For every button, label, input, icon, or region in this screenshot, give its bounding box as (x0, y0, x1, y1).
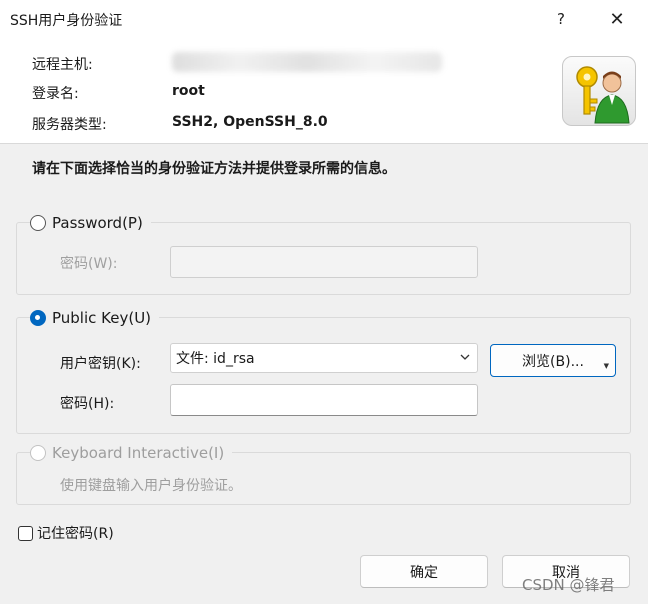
user-key-label: 用户密钥(K): (60, 356, 141, 372)
keyboard-radio-option[interactable]: Keyboard Interactive(I) (30, 444, 233, 462)
remember-password-checkbox[interactable] (18, 525, 33, 541)
help-icon: ? (557, 10, 565, 28)
user-key-select[interactable]: 文件: id_rsa (170, 343, 478, 373)
publickey-radio[interactable] (30, 310, 46, 326)
password-field-label: 密码(W): (60, 256, 118, 272)
connection-info-panel: 远程主机: 登录名: root 服务器类型: SSH2, OpenSSH_8.0 (0, 38, 648, 144)
dropdown-arrow-icon: ▼ (603, 362, 609, 370)
ok-button-label: 确定 (410, 564, 438, 581)
passphrase-input[interactable] (170, 384, 478, 416)
password-radio[interactable] (30, 215, 46, 231)
close-button[interactable]: ✕ (602, 6, 632, 32)
server-type-label: 服务器类型: (32, 117, 107, 133)
window-title: SSH用户身份验证 (10, 13, 123, 29)
chevron-down-icon (460, 354, 470, 360)
passphrase-label: 密码(H): (60, 396, 115, 412)
ok-button[interactable]: 确定 (360, 555, 488, 588)
watermark-text: CSDN @锋君 (522, 576, 615, 594)
close-icon: ✕ (609, 8, 625, 30)
key-user-icon (562, 56, 636, 126)
title-bar: SSH用户身份验证 ? ✕ (0, 0, 648, 38)
instruction-text: 请在下面选择恰当的身份验证方法并提供登录所需的信息。 (32, 161, 396, 177)
keyboard-radio[interactable] (30, 445, 46, 461)
password-radio-label: Password(P) (52, 214, 143, 232)
user-key-value: 文件: id_rsa (176, 351, 255, 367)
browse-button[interactable]: 浏览(B)... ▼ (490, 344, 616, 377)
password-input[interactable] (170, 246, 478, 278)
publickey-radio-option[interactable]: Public Key(U) (30, 309, 160, 327)
password-radio-option[interactable]: Password(P) (30, 214, 151, 232)
server-type-value: SSH2, OpenSSH_8.0 (172, 114, 328, 130)
login-name-value: root (172, 83, 205, 99)
redacted-host-blur (172, 52, 442, 72)
browse-button-label: 浏览(B)... (522, 353, 584, 370)
keyboard-description: 使用键盘输入用户身份验证。 (60, 478, 242, 494)
remember-password-option[interactable]: 记住密码(R) (18, 523, 114, 543)
remote-host-label: 远程主机: (32, 57, 93, 73)
publickey-radio-label: Public Key(U) (52, 309, 152, 327)
login-name-label: 登录名: (32, 86, 79, 102)
help-button[interactable]: ? (546, 6, 576, 32)
remember-password-label: 记住密码(R) (37, 526, 114, 542)
keyboard-radio-label: Keyboard Interactive(I) (52, 444, 225, 462)
